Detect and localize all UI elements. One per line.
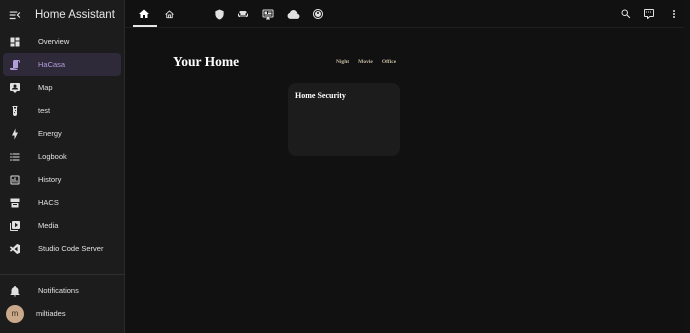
sidebar-list: Overview HaCasa Map test Energy Logbook … <box>0 30 124 260</box>
sidebar-item-media[interactable]: Media <box>3 214 121 237</box>
tab-living[interactable] <box>236 7 250 21</box>
user-name: miltiades <box>36 309 66 318</box>
sidebar-item-overview[interactable]: Overview <box>3 30 121 53</box>
view-dashboard-icon <box>8 35 22 49</box>
lightning-bolt-icon <box>8 127 22 141</box>
scene-night-link[interactable]: Night <box>336 59 349 65</box>
sidebar-bottom: Notifications m miltiades <box>0 279 125 325</box>
search-button[interactable] <box>619 7 633 21</box>
tab-vacuum[interactable] <box>311 7 325 21</box>
card-title: Home Security <box>295 91 346 100</box>
sidebar-item-label: Media <box>38 221 59 230</box>
format-list-bulleted-icon <box>8 150 22 164</box>
test-tube-icon <box>8 104 22 118</box>
tab-security[interactable] <box>212 7 226 21</box>
sidebar-item-label: Logbook <box>38 152 67 161</box>
tab-weather[interactable] <box>286 7 300 21</box>
top-bar <box>125 0 690 28</box>
magnify-icon <box>620 8 632 20</box>
sidebar-divider <box>0 274 125 275</box>
avatar: m <box>6 304 24 323</box>
sidebar-item-map[interactable]: Map <box>3 76 121 99</box>
sidebar-item-logbook[interactable]: Logbook <box>3 145 121 168</box>
sidebar-item-label: Studio Code Server <box>38 244 104 253</box>
sidebar-item-label: Notifications <box>38 286 79 295</box>
play-box-multiple-icon <box>8 219 22 233</box>
robot-vacuum-icon <box>312 8 324 20</box>
vscode-icon <box>8 242 22 256</box>
cloud-icon <box>287 8 300 21</box>
sidebar-item-energy[interactable]: Energy <box>3 122 121 145</box>
menu-open-icon[interactable] <box>8 8 22 22</box>
page-title: Your Home <box>173 54 240 69</box>
bell-icon <box>8 284 22 298</box>
sidebar-item-label: Energy <box>38 129 62 138</box>
tab-media[interactable] <box>261 7 275 21</box>
sidebar-item-hacs[interactable]: HACS <box>3 191 121 214</box>
home-security-card[interactable]: Home Security <box>288 83 400 156</box>
tab-floor[interactable] <box>162 7 176 21</box>
scene-movie-link[interactable]: Movie <box>358 59 373 65</box>
sidebar-item-label: History <box>38 175 62 184</box>
active-tab-indicator <box>133 25 157 27</box>
app-title: Home Assistant <box>35 9 115 21</box>
shield-icon <box>214 8 225 20</box>
home-icon <box>138 8 150 20</box>
sofa-icon <box>237 8 249 20</box>
sidebar-header: Home Assistant <box>0 0 124 30</box>
assist-button[interactable] <box>642 7 656 21</box>
hacs-icon <box>8 196 22 210</box>
sidebar-item-hacasa[interactable]: HaCasa <box>3 53 121 76</box>
scrollbar-track <box>684 0 690 333</box>
sidebar-item-label: Overview <box>38 37 70 46</box>
sidebar-item-studio-code-server[interactable]: Studio Code Server <box>3 237 121 260</box>
sidebar-item-history[interactable]: History <box>3 168 121 191</box>
tab-home[interactable] <box>137 7 151 21</box>
script-icon <box>8 58 22 72</box>
map-account-icon <box>8 81 22 95</box>
sidebar-item-profile[interactable]: m miltiades <box>3 302 122 325</box>
chart-box-icon <box>8 173 22 187</box>
dots-vertical-icon <box>668 8 680 20</box>
scene-links: Night Movie Office <box>336 59 396 65</box>
overflow-menu-button[interactable] <box>667 7 681 21</box>
sidebar-item-label: test <box>38 106 51 115</box>
scene-office-link[interactable]: Office <box>382 59 396 65</box>
sidebar-item-label: Map <box>38 83 53 92</box>
comment-processing-icon <box>643 8 655 20</box>
home-floor-icon <box>164 9 175 20</box>
sidebar-item-label: HaCasa <box>38 60 66 69</box>
sidebar-item-notifications[interactable]: Notifications <box>3 279 122 302</box>
sidebar-item-label: HACS <box>38 198 59 207</box>
sidebar-item-test[interactable]: test <box>3 99 121 122</box>
sidebar: Home Assistant Overview HaCasa Map test … <box>0 0 125 333</box>
monitor-dashboard-icon <box>262 8 274 20</box>
dashboard-view: Your Home Night Movie Office Home Securi… <box>125 28 690 333</box>
